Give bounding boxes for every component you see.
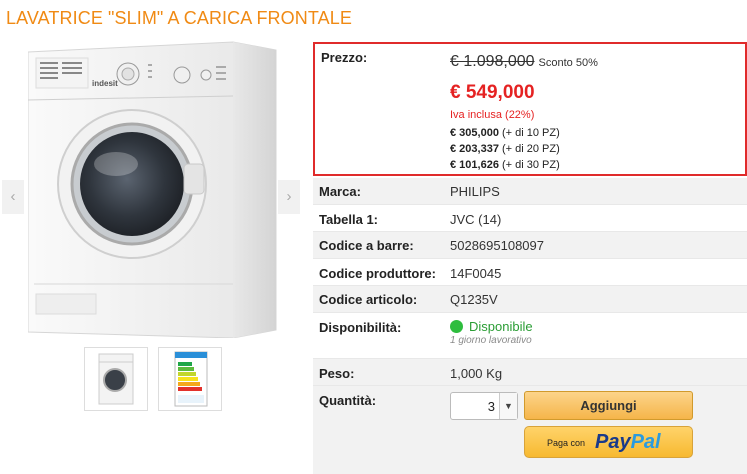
gallery-prev-arrow-icon[interactable]: ‹ xyxy=(2,180,24,214)
spec-key: Codice articolo: xyxy=(319,292,418,307)
paypal-prefix: Paga con xyxy=(547,438,586,448)
new-price: € 549,000 xyxy=(450,82,535,103)
product-spec-table: Prezzo: € 1.098,000 Sconto 50% € 549,000 … xyxy=(313,42,747,474)
spec-value: 14F0045 xyxy=(450,266,502,281)
tier-price: € 203,337 xyxy=(450,143,499,155)
washing-machine-image: indesit xyxy=(27,41,277,339)
paypal-checkout-button[interactable]: Paga con PayPal xyxy=(524,426,693,458)
spec-key: Peso: xyxy=(319,366,355,381)
old-price: € 1.098,000 Sconto 50% xyxy=(450,53,598,71)
spec-row-availability: Disponibilità: Disponibile 1 giorno lavo… xyxy=(313,313,747,359)
spec-row-producer-code: Codice produttore: 14F0045 xyxy=(313,259,747,286)
quantity-value: 3 xyxy=(487,399,495,414)
price-label: Prezzo: xyxy=(321,50,368,65)
price-tier: € 203,337 (+ di 20 PZ) xyxy=(450,143,560,155)
spec-row-brand: Marca: PHILIPS xyxy=(313,178,747,205)
spec-value: 1,000 Kg xyxy=(450,366,503,381)
chevron-down-icon[interactable]: ▼ xyxy=(499,393,517,419)
discount-label: Sconto 50% xyxy=(538,57,598,69)
spec-value: Q1235V xyxy=(450,292,498,307)
spec-value: JVC (14) xyxy=(450,212,502,227)
vat-note: Iva inclusa (22%) xyxy=(450,109,535,121)
paypal-logo-pal: Pal xyxy=(630,431,661,453)
energy-label-thumbnail-image xyxy=(174,351,208,407)
tier-price: € 305,000 xyxy=(450,127,499,139)
old-price-value: € 1.098,000 xyxy=(450,53,535,70)
page-title: LAVATRICE "SLIM" A CARICA FRONTALE xyxy=(6,8,352,28)
spec-row-table1: Tabella 1: JVC (14) xyxy=(313,205,747,232)
price-tier: € 101,626 (+ di 30 PZ) xyxy=(450,159,560,171)
gallery-next-arrow-icon[interactable]: › xyxy=(278,180,300,214)
spec-key: Quantità: xyxy=(319,393,377,408)
spec-key: Disponibilità: xyxy=(319,320,402,335)
tier-price: € 101,626 xyxy=(450,159,499,171)
spec-row-article-code: Codice articolo: Q1235V xyxy=(313,286,747,313)
spec-key: Marca: xyxy=(319,184,361,199)
tier-qty: (+ di 20 PZ) xyxy=(502,143,560,155)
price-tier: € 305,000 (+ di 10 PZ) xyxy=(450,127,560,139)
spec-key: Codice a barre: xyxy=(319,238,414,253)
paypal-logo-pay: Pay xyxy=(595,431,631,453)
spec-value: PHILIPS xyxy=(450,184,500,199)
tier-qty: (+ di 30 PZ) xyxy=(502,159,560,171)
quantity-select[interactable]: 3 ▼ xyxy=(450,392,518,420)
paypal-logo: PayPal xyxy=(595,431,661,454)
spec-key: Tabella 1: xyxy=(319,212,379,227)
spec-key: Codice produttore: xyxy=(319,266,436,281)
spec-row-barcode: Codice a barre: 5028695108097 xyxy=(313,232,747,259)
spec-row-weight: Peso: 1,000 Kg xyxy=(313,359,747,386)
spec-value: 5028695108097 xyxy=(450,238,544,253)
availability-sub: 1 giorno lavorativo xyxy=(450,335,532,346)
thumbnail-energy-label[interactable] xyxy=(158,347,222,411)
availability-value: Disponibile xyxy=(469,319,533,334)
price-box: Prezzo: € 1.098,000 Sconto 50% € 549,000 … xyxy=(313,42,747,176)
add-to-cart-button[interactable]: Aggiungi xyxy=(524,391,693,420)
available-status-icon xyxy=(450,320,463,333)
thumbnail-washer[interactable] xyxy=(84,347,148,411)
availability-status: Disponibile xyxy=(450,319,533,334)
brand-logo: indesit xyxy=(92,79,118,88)
washer-thumbnail-image xyxy=(98,353,134,405)
tier-qty: (+ di 10 PZ) xyxy=(502,127,560,139)
product-main-image[interactable]: indesit xyxy=(27,38,280,339)
